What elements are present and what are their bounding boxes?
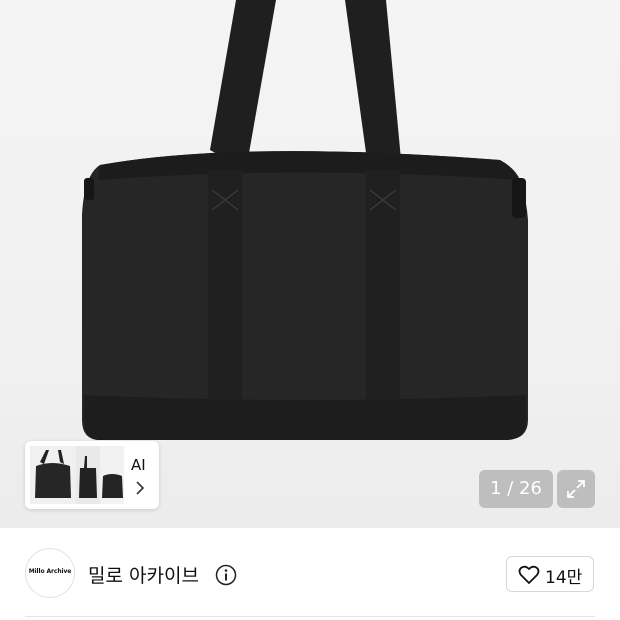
heart-icon [518, 565, 540, 584]
info-icon[interactable] [215, 564, 237, 586]
product-image[interactable]: AI 1 / 26 [0, 0, 620, 528]
thumbnail-images [30, 446, 124, 504]
image-counter: 1 / 26 [479, 470, 553, 508]
like-count: 14만 [545, 568, 583, 588]
ai-thumbnail-card[interactable]: AI [25, 441, 159, 509]
like-button[interactable]: 14만 [506, 556, 594, 592]
seller-name[interactable]: 밀로 아카이브 [88, 561, 199, 588]
avatar-text: Millo Archive [28, 568, 72, 575]
expand-button[interactable] [557, 470, 595, 508]
expand-icon [567, 480, 585, 498]
seller-avatar[interactable]: Millo Archive [25, 548, 75, 598]
divider [25, 616, 595, 617]
ai-label: AI [131, 456, 146, 474]
chevron-right-icon [136, 481, 145, 495]
